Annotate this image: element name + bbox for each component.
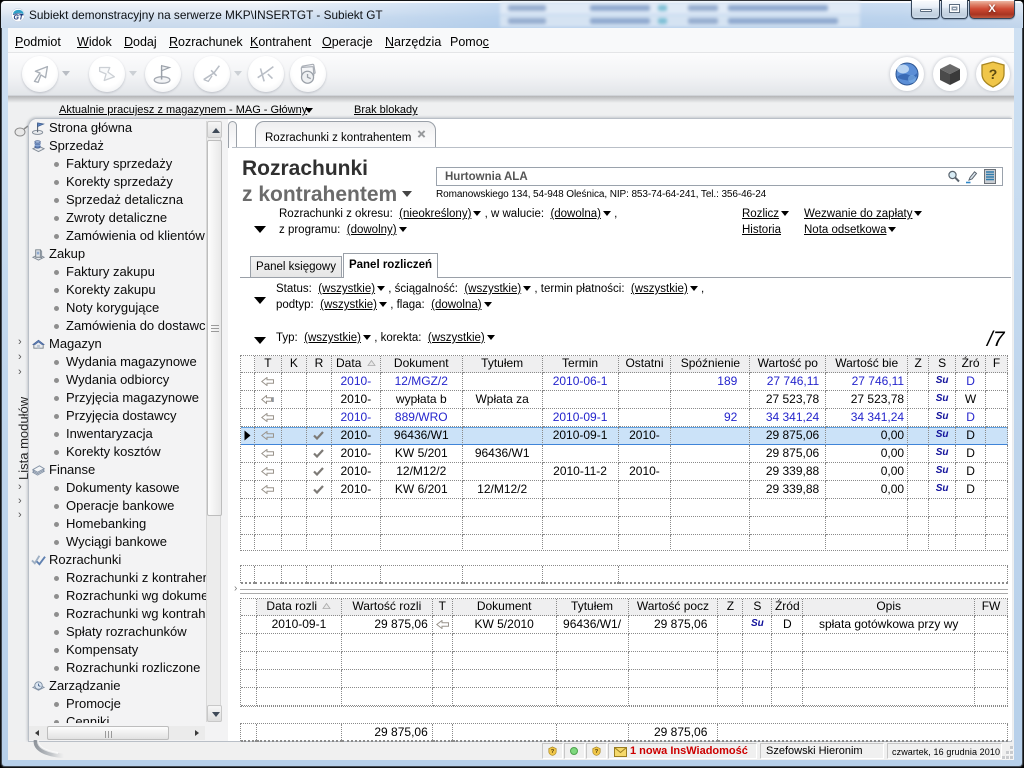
svg-text:?: ?	[551, 749, 555, 755]
svg-text:?: ?	[989, 66, 998, 82]
svg-text:GT: GT	[13, 15, 23, 22]
svg-text:?: ?	[595, 749, 599, 755]
